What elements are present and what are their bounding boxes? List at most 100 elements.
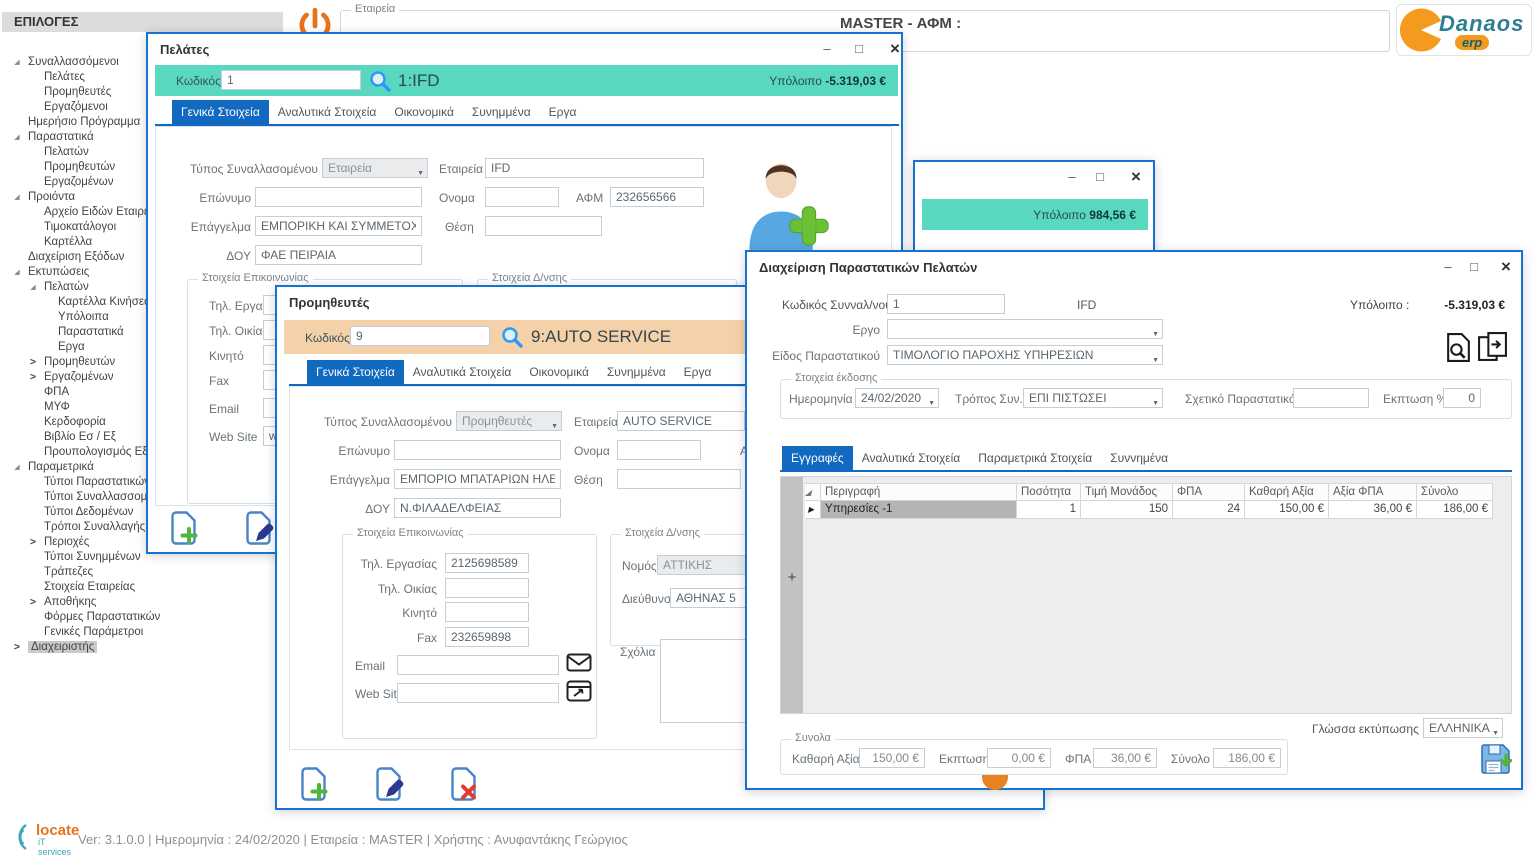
transform-document-icon[interactable] xyxy=(1477,331,1508,362)
discount-pct-input[interactable] xyxy=(1443,388,1481,408)
maximize-button[interactable] xyxy=(1089,168,1111,186)
tree-collapsed-icon[interactable] xyxy=(27,355,39,370)
tab-analytika-stoixeia[interactable]: Αναλυτικά Στοιχεία xyxy=(269,100,386,125)
total-net-input[interactable] xyxy=(859,748,925,768)
close-button[interactable] xyxy=(1125,168,1147,186)
doy-input[interactable] xyxy=(255,245,422,265)
search-icon[interactable] xyxy=(500,325,524,349)
fax-input[interactable] xyxy=(445,627,529,647)
edit-record-icon[interactable] xyxy=(375,766,405,802)
tab-analytika-stoixeia[interactable]: Αναλυτικά Στοιχεία xyxy=(853,446,970,471)
print-language-select[interactable]: ΕΛΛΗΝΙΚΑ xyxy=(1423,718,1503,738)
type-select[interactable]: Προμηθευτές xyxy=(456,411,562,431)
window-title[interactable]: Προμηθευτές xyxy=(289,295,369,310)
email-input[interactable] xyxy=(397,655,559,675)
partner-code-input[interactable] xyxy=(887,294,1005,314)
cell-vat[interactable]: 24 xyxy=(1173,501,1245,519)
tree-expanded-icon[interactable] xyxy=(11,130,23,146)
tab-parametrika-stoixeia[interactable]: Παραμετρικά Στοιχεία xyxy=(969,446,1101,471)
tab-erga[interactable]: Εργα xyxy=(675,360,721,385)
sidebar-item-formes-parastatikon[interactable]: Φόρμες Παραστατικών xyxy=(0,610,290,625)
website-icon[interactable] xyxy=(566,680,592,702)
sidebar-item-apothikis[interactable]: Αποθήκης xyxy=(0,595,290,610)
doy-input[interactable] xyxy=(394,498,561,518)
edit-record-icon[interactable] xyxy=(245,510,275,546)
profession-input[interactable] xyxy=(394,469,561,489)
phone-work-input[interactable] xyxy=(445,553,529,573)
tree-collapsed-icon[interactable] xyxy=(27,370,39,385)
type-select[interactable]: Εταιρεία xyxy=(322,158,428,178)
tree-collapsed-icon[interactable] xyxy=(11,640,23,655)
profession-input[interactable] xyxy=(255,216,422,236)
add-record-icon[interactable] xyxy=(300,766,330,802)
sidebar-item-trapezes[interactable]: Τράπεζες xyxy=(0,565,290,580)
code-input[interactable] xyxy=(221,70,361,90)
minimize-button[interactable] xyxy=(816,40,838,58)
total-sum-input[interactable] xyxy=(1213,748,1281,768)
grid-add-row-button[interactable] xyxy=(784,569,800,586)
tab-eggrafes[interactable]: Εγγραφές xyxy=(782,446,853,471)
tab-genika-stoixeia[interactable]: Γενικά Στοιχεία xyxy=(307,360,404,385)
close-button[interactable] xyxy=(884,40,906,58)
tab-synimmena[interactable]: Συνημμένα xyxy=(463,100,540,125)
cell-total[interactable]: 186,00 € xyxy=(1417,501,1493,519)
total-discount-input[interactable] xyxy=(987,748,1051,768)
tree-expanded-icon[interactable] xyxy=(11,460,23,476)
tree-expanded-icon[interactable] xyxy=(11,55,23,71)
tree-expanded-icon[interactable] xyxy=(11,190,23,206)
sidebar-item-stoixeia-etaireias[interactable]: Στοιχεία Εταιρείας xyxy=(0,580,290,595)
close-button[interactable] xyxy=(1495,258,1517,276)
tab-genika-stoixeia[interactable]: Γενικά Στοιχεία xyxy=(172,100,269,125)
name-input[interactable] xyxy=(485,187,559,207)
col-vat-amount[interactable]: Αξία ΦΠΑ xyxy=(1329,483,1417,501)
minimize-button[interactable] xyxy=(1061,168,1083,186)
cell-vat-amount[interactable]: 36,00 € xyxy=(1329,501,1417,519)
tree-collapsed-icon[interactable] xyxy=(27,535,39,550)
tree-expanded-icon[interactable] xyxy=(11,265,23,281)
code-input[interactable] xyxy=(350,326,490,346)
add-record-icon[interactable] xyxy=(170,510,200,546)
options-panel-header[interactable]: ΕΠΙΛΟΓΕΣ xyxy=(2,12,283,32)
preview-document-icon[interactable] xyxy=(1445,332,1472,363)
related-doc-input[interactable] xyxy=(1293,388,1369,408)
doc-type-select[interactable]: ΤΙΜΟΛΟΓΙΟ ΠΑΡΟΧΗΣ ΥΠΗΡΕΣΙΩΝ xyxy=(887,345,1163,365)
cell-net[interactable]: 150,00 € xyxy=(1245,501,1329,519)
tab-synimmena[interactable]: Συννημένα xyxy=(1101,446,1177,471)
maximize-button[interactable] xyxy=(848,40,870,58)
tab-erga[interactable]: Εργα xyxy=(540,100,586,125)
window-title[interactable]: Πελάτες xyxy=(160,42,209,57)
email-icon[interactable] xyxy=(566,653,592,672)
search-icon[interactable] xyxy=(368,69,392,93)
position-input[interactable] xyxy=(617,469,741,489)
grid-corner-cell[interactable] xyxy=(805,483,821,501)
company-input[interactable] xyxy=(617,411,745,431)
payment-select[interactable]: ΕΠΙ ΠΙΣΤΩΣΕΙ xyxy=(1023,388,1163,408)
tree-expanded-icon[interactable] xyxy=(27,280,39,296)
row-selector-cell[interactable] xyxy=(805,501,821,519)
mobile-input[interactable] xyxy=(445,602,529,622)
tab-oikonomika[interactable]: Οικονομικά xyxy=(520,360,598,385)
col-unit-price[interactable]: Τιμή Μονάδος xyxy=(1081,483,1173,501)
tab-oikonomika[interactable]: Οικονομικά xyxy=(385,100,463,125)
maximize-button[interactable] xyxy=(1463,258,1485,276)
tab-synimmena[interactable]: Συνημμένα xyxy=(598,360,675,385)
cell-unit-price[interactable]: 150 xyxy=(1081,501,1173,519)
col-description[interactable]: Περιγραφή xyxy=(821,483,1017,501)
project-select[interactable] xyxy=(887,319,1163,339)
grid-row[interactable]: Υπηρεσίες -1115024150,00 €36,00 €186,00 … xyxy=(805,501,1493,519)
company-input[interactable] xyxy=(485,158,704,178)
website-input[interactable] xyxy=(397,683,559,703)
col-vat[interactable]: ΦΠΑ xyxy=(1173,483,1245,501)
sidebar-item-diaxeiristis[interactable]: Διαχειριστής xyxy=(0,640,290,655)
window-title[interactable]: Διαχείριση Παραστατικών Πελατών xyxy=(759,260,977,275)
cell-description[interactable]: Υπηρεσίες -1 xyxy=(821,501,1017,519)
sidebar-item-genikes-parametroi[interactable]: Γενικές Παράμετροι xyxy=(0,625,290,640)
col-total[interactable]: Σύνολο xyxy=(1417,483,1493,501)
save-icon[interactable] xyxy=(1480,742,1512,776)
tab-analytika-stoixeia[interactable]: Αναλυτικά Στοιχεία xyxy=(404,360,521,385)
minimize-button[interactable] xyxy=(1437,258,1459,276)
name-input[interactable] xyxy=(617,440,701,460)
surname-input[interactable] xyxy=(394,440,561,460)
date-select[interactable]: 24/02/2020 xyxy=(855,388,939,408)
phone-home-input[interactable] xyxy=(445,578,529,598)
